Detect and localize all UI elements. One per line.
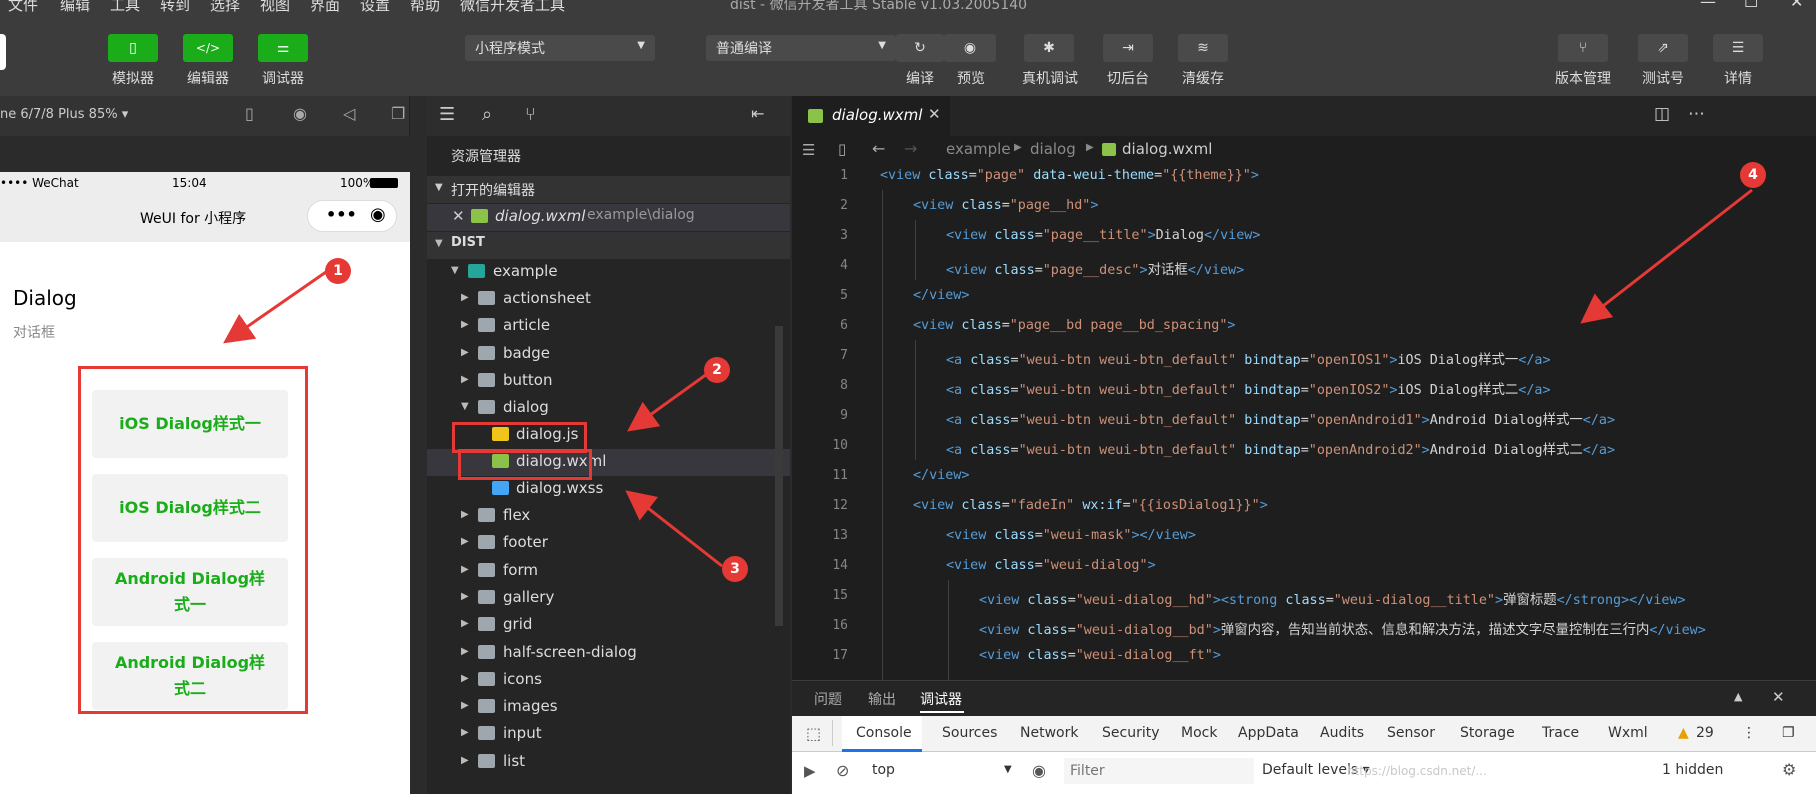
marker-3: 3 xyxy=(722,556,748,582)
annotation-arrows xyxy=(223,188,1753,568)
marker-2: 2 xyxy=(704,357,730,383)
arrow-4 xyxy=(1580,188,1753,324)
arrow-1 xyxy=(223,270,327,344)
arrow-2 xyxy=(627,372,708,432)
arrow-3 xyxy=(625,490,723,568)
marker-1: 1 xyxy=(325,258,351,284)
marker-4: 4 xyxy=(1740,162,1766,188)
